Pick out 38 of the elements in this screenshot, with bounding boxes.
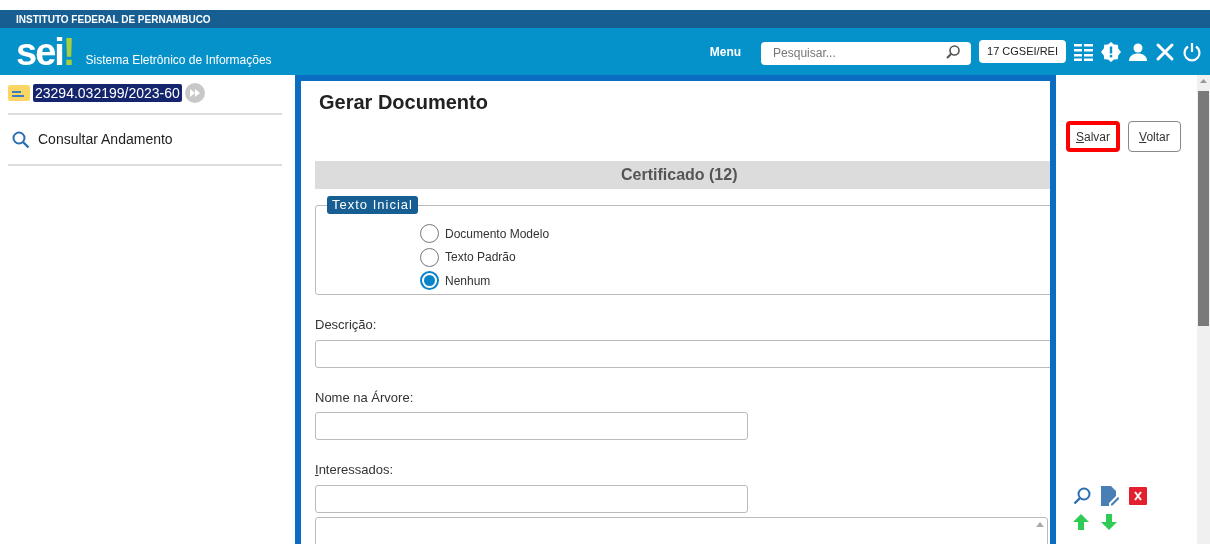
- scroll-up-icon[interactable]: [1200, 79, 1207, 83]
- radio-label: Nenhum: [445, 272, 491, 290]
- field-label: Nome na Árvore:: [315, 388, 415, 407]
- fieldset-legend: Texto Inicial: [327, 196, 418, 214]
- edit-document-icon[interactable]: [1101, 486, 1119, 506]
- sei-logo[interactable]: sei!: [16, 32, 76, 71]
- input-field[interactable]: [315, 412, 748, 440]
- search-icon[interactable]: [12, 130, 30, 149]
- radio-button[interactable]: [420, 271, 439, 291]
- institution-name: INSTITUTO FEDERAL DE PERNAMBUCO: [16, 12, 211, 27]
- delete-icon[interactable]: [1129, 487, 1147, 505]
- up-arrow-icon[interactable]: [1073, 514, 1089, 530]
- scrollbar[interactable]: [1197, 75, 1210, 544]
- search-icon[interactable]: [945, 43, 962, 60]
- list-icon[interactable]: [1074, 42, 1094, 61]
- process-number[interactable]: 23294.032199/2023-60: [33, 84, 182, 102]
- user-icon[interactable]: [1128, 42, 1148, 61]
- field-label: Interessados:: [315, 461, 395, 479]
- down-arrow-icon[interactable]: [1101, 514, 1117, 530]
- menu-link[interactable]: Menu: [709, 42, 742, 61]
- folder-icon: [8, 85, 30, 101]
- sidebar-link[interactable]: Consultar Andamento: [38, 129, 173, 150]
- search-field[interactable]: Pesquisar...: [761, 41, 972, 65]
- field-label: Descrição:: [315, 316, 378, 334]
- input-field[interactable]: [315, 484, 748, 513]
- page-title: Gerar Documento: [318, 90, 489, 115]
- search-icon[interactable]: [1073, 487, 1091, 505]
- document-type-bar: Certificado (12): [315, 161, 1050, 189]
- save-button[interactable]: Salvar: [1066, 121, 1121, 152]
- back-button[interactable]: Voltar: [1128, 121, 1181, 152]
- scroll-up-icon[interactable]: [1036, 521, 1044, 527]
- radio-label: Documento Modelo: [445, 225, 550, 243]
- radio-label: Texto Padrão: [445, 249, 516, 267]
- power-icon[interactable]: [1182, 41, 1202, 62]
- system-name: Sistema Eletrônico de Informações: [85, 51, 272, 69]
- unit-selector[interactable]: 17 CGSEI/REI: [979, 40, 1066, 63]
- input-field[interactable]: [315, 339, 1050, 368]
- alert-icon[interactable]: [1101, 41, 1121, 62]
